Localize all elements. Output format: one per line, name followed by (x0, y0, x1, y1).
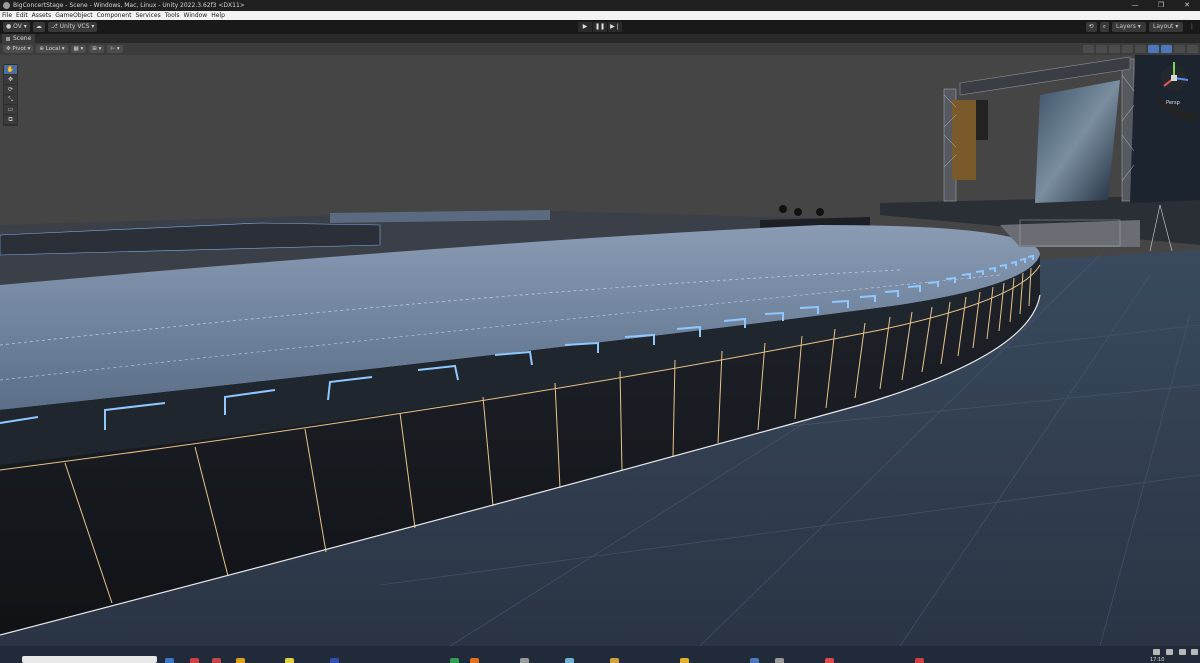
audio-toggle-icon[interactable] (1122, 45, 1133, 53)
tool-palette: ✋ ✥ ⟳ ⤡ ▭ ⧉ (3, 64, 18, 126)
menu-file[interactable]: File (2, 12, 12, 19)
taskbar-app-icon[interactable] (610, 658, 619, 663)
scene-toolbar: ✥ Pivot ▾ ⊕ Local ▾ ▦ ▾ ⊞ ▾ ⊢ ▾ (0, 43, 1200, 55)
close-button[interactable]: ✕ (1174, 0, 1200, 11)
network-icon[interactable] (1153, 649, 1160, 655)
layout-label: Layout (1153, 23, 1174, 30)
history-icon[interactable]: ⟲ (1085, 22, 1097, 32)
taskbar-app-icon[interactable] (680, 658, 689, 663)
cloud-icon[interactable]: ☁ (32, 22, 45, 32)
spotlights (779, 205, 824, 216)
step-button[interactable]: ▶❘ (608, 22, 622, 32)
scene-tab-strip: Scene (0, 34, 1200, 43)
scene-view-options (1081, 45, 1198, 53)
taskbar-app-icon[interactable] (565, 658, 574, 663)
space-label: Local (45, 46, 61, 52)
space-dropdown[interactable]: ⊕ Local ▾ (36, 45, 68, 53)
visibility-toggle-icon[interactable] (1096, 45, 1107, 53)
taskbar-app-icon[interactable] (165, 658, 174, 663)
effects-toggle-icon[interactable] (1135, 45, 1146, 53)
menu-assets[interactable]: Assets (32, 12, 52, 19)
battery-icon[interactable] (1179, 649, 1186, 655)
pivot-label: Pivot (12, 46, 26, 52)
unity-logo-icon (3, 2, 10, 9)
layout-dropdown[interactable]: Layout ▾ (1149, 22, 1183, 32)
taskbar-app-icon[interactable] (212, 658, 221, 663)
rect-tool-icon[interactable]: ▭ (4, 105, 17, 114)
2d-toggle-icon[interactable] (1161, 45, 1172, 53)
taskbar-app-icon[interactable] (915, 658, 924, 663)
notification-icon[interactable] (1191, 649, 1198, 655)
taskbar-app-icon[interactable] (825, 658, 834, 663)
menu-tools[interactable]: Tools (165, 12, 180, 19)
gizmos-toggle-icon[interactable] (1083, 45, 1094, 53)
volume-icon[interactable] (1166, 649, 1173, 655)
title-bar: BigConcertStage - Scene - Windows, Mac, … (0, 0, 1200, 11)
view-mode-label[interactable]: Persp (1166, 100, 1180, 106)
maximize-button[interactable]: ❐ (1148, 0, 1174, 11)
move-tool-icon[interactable]: ✥ (4, 75, 17, 84)
rotate-tool-icon[interactable]: ⟳ (4, 85, 17, 94)
layers-label: Layers (1116, 23, 1136, 30)
layers-dropdown[interactable]: Layers ▾ (1112, 22, 1146, 32)
taskbar-app-icon[interactable] (470, 658, 479, 663)
transform-tool-icon[interactable]: ⧉ (4, 115, 17, 124)
vcs-label: Unity VCS (59, 23, 90, 30)
ruler-icon[interactable]: ⊢ ▾ (107, 45, 123, 53)
menu-window[interactable]: Window (184, 12, 208, 19)
menu-component[interactable]: Component (97, 12, 132, 19)
os-taskbar: 17:10 (0, 646, 1200, 663)
hand-tool-icon[interactable]: ✋ (4, 65, 17, 74)
menu-services[interactable]: Services (135, 12, 160, 19)
taskbar-app-icon[interactable] (775, 658, 784, 663)
scale-tool-icon[interactable]: ⤡ (4, 95, 17, 104)
lighting-toggle-icon[interactable] (1109, 45, 1120, 53)
menu-gameobject[interactable]: GameObject (55, 12, 92, 19)
taskbar-app-icon[interactable] (190, 658, 199, 663)
toolbar-right: ⟲ ⌕ Layers ▾ Layout ▾ ⋮ (1083, 22, 1198, 32)
scene-viewport[interactable] (0, 55, 1200, 646)
snap-increment-icon[interactable]: ⊞ ▾ (89, 45, 105, 53)
orientation-gizmo[interactable] (1150, 56, 1198, 122)
tab-scene[interactable]: Scene (2, 34, 36, 43)
main-toolbar: ● OV ▾ ☁ ⎇ Unity VCS ▾ ▶ ❚❚ ▶❘ ⟲ ⌕ Layer… (0, 20, 1200, 34)
minimize-button[interactable]: — (1122, 0, 1148, 11)
account-button[interactable]: ● OV ▾ (3, 22, 30, 32)
menu-bar: File Edit Assets GameObject Component Se… (0, 11, 1200, 20)
window-title: BigConcertStage - Scene - Windows, Mac, … (13, 2, 245, 9)
taskbar-app-icon[interactable] (750, 658, 759, 663)
gizmo-dropdown-icon[interactable] (1187, 45, 1198, 53)
taskbar-app-icon[interactable] (450, 658, 459, 663)
play-controls: ▶ ❚❚ ▶❘ (578, 22, 623, 32)
vcs-button[interactable]: ⎇ Unity VCS ▾ (47, 22, 98, 32)
stage-screen (1035, 80, 1120, 203)
taskbar-app-icon[interactable] (285, 658, 294, 663)
search-icon[interactable]: ⌕ (1099, 22, 1109, 32)
pivot-dropdown[interactable]: ✥ Pivot ▾ (3, 45, 34, 53)
camera-settings-icon[interactable] (1174, 45, 1185, 53)
scene-tab-label: Scene (13, 35, 32, 42)
taskbar-app-icon[interactable] (330, 658, 339, 663)
play-button[interactable]: ▶ (578, 22, 592, 32)
scene-tab-icon (6, 36, 10, 41)
window-controls: — ❐ ✕ (1122, 0, 1200, 11)
menu-help[interactable]: Help (211, 12, 225, 19)
menu-edit[interactable]: Edit (16, 12, 28, 19)
more-options-icon[interactable]: ⋮ (1186, 22, 1198, 32)
account-label: OV (13, 23, 22, 30)
scene-render (0, 55, 1200, 646)
taskbar-app-icon[interactable] (520, 658, 529, 663)
grid-snap-icon[interactable]: ▦ ▾ (70, 45, 87, 53)
pause-button[interactable]: ❚❚ (593, 22, 607, 32)
taskbar-clock[interactable]: 17:10 (1150, 657, 1164, 663)
taskbar-search-input[interactable] (22, 656, 157, 663)
taskbar-app-icon[interactable] (236, 658, 245, 663)
shading-mode-icon[interactable] (1148, 45, 1159, 53)
